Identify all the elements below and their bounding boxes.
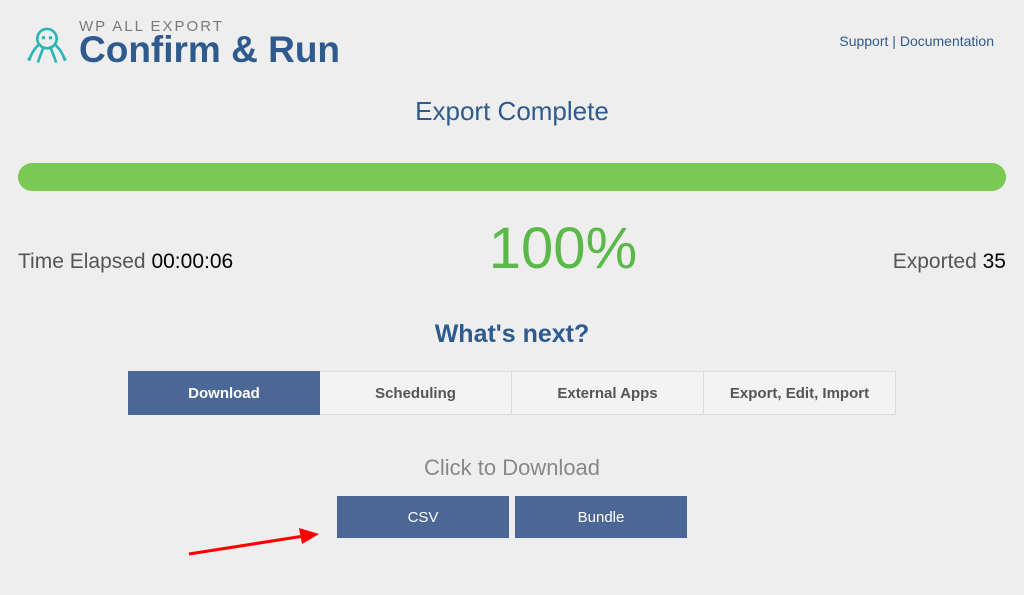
title-block: WP ALL EXPORT Confirm & Run — [79, 18, 839, 68]
page-header: WP ALL EXPORT Confirm & Run Support | Do… — [0, 0, 1024, 68]
exported-count: Exported 35 — [893, 250, 1006, 274]
header-links: Support | Documentation — [839, 33, 994, 49]
tab-export-edit-import[interactable]: Export, Edit, Import — [704, 371, 896, 415]
documentation-link[interactable]: Documentation — [900, 33, 994, 49]
exported-label: Exported — [893, 250, 983, 273]
page-title: Confirm & Run — [79, 31, 839, 68]
progress-percent: 100% — [489, 215, 637, 282]
tab-scheduling[interactable]: Scheduling — [320, 371, 512, 415]
time-elapsed: Time Elapsed 00:00:06 — [18, 250, 233, 274]
time-elapsed-label: Time Elapsed — [18, 250, 151, 273]
tab-download[interactable]: Download — [128, 371, 320, 415]
time-elapsed-value: 00:00:06 — [151, 250, 233, 273]
status-title: Export Complete — [0, 96, 1024, 127]
tabs: Download Scheduling External Apps Export… — [0, 371, 1024, 415]
stats-row: Time Elapsed 00:00:06 100% Exported 35 — [0, 215, 1024, 282]
exported-value: 35 — [983, 250, 1006, 273]
download-buttons: CSV Bundle — [0, 496, 1024, 538]
support-link[interactable]: Support — [839, 33, 888, 49]
tab-external-apps[interactable]: External Apps — [512, 371, 704, 415]
csv-button[interactable]: CSV — [337, 496, 509, 538]
whats-next-heading: What's next? — [0, 320, 1024, 349]
click-download-heading: Click to Download — [0, 455, 1024, 481]
octopus-logo-icon — [25, 21, 69, 65]
link-separator: | — [888, 33, 899, 49]
bundle-button[interactable]: Bundle — [515, 496, 687, 538]
progress-bar — [18, 163, 1006, 191]
